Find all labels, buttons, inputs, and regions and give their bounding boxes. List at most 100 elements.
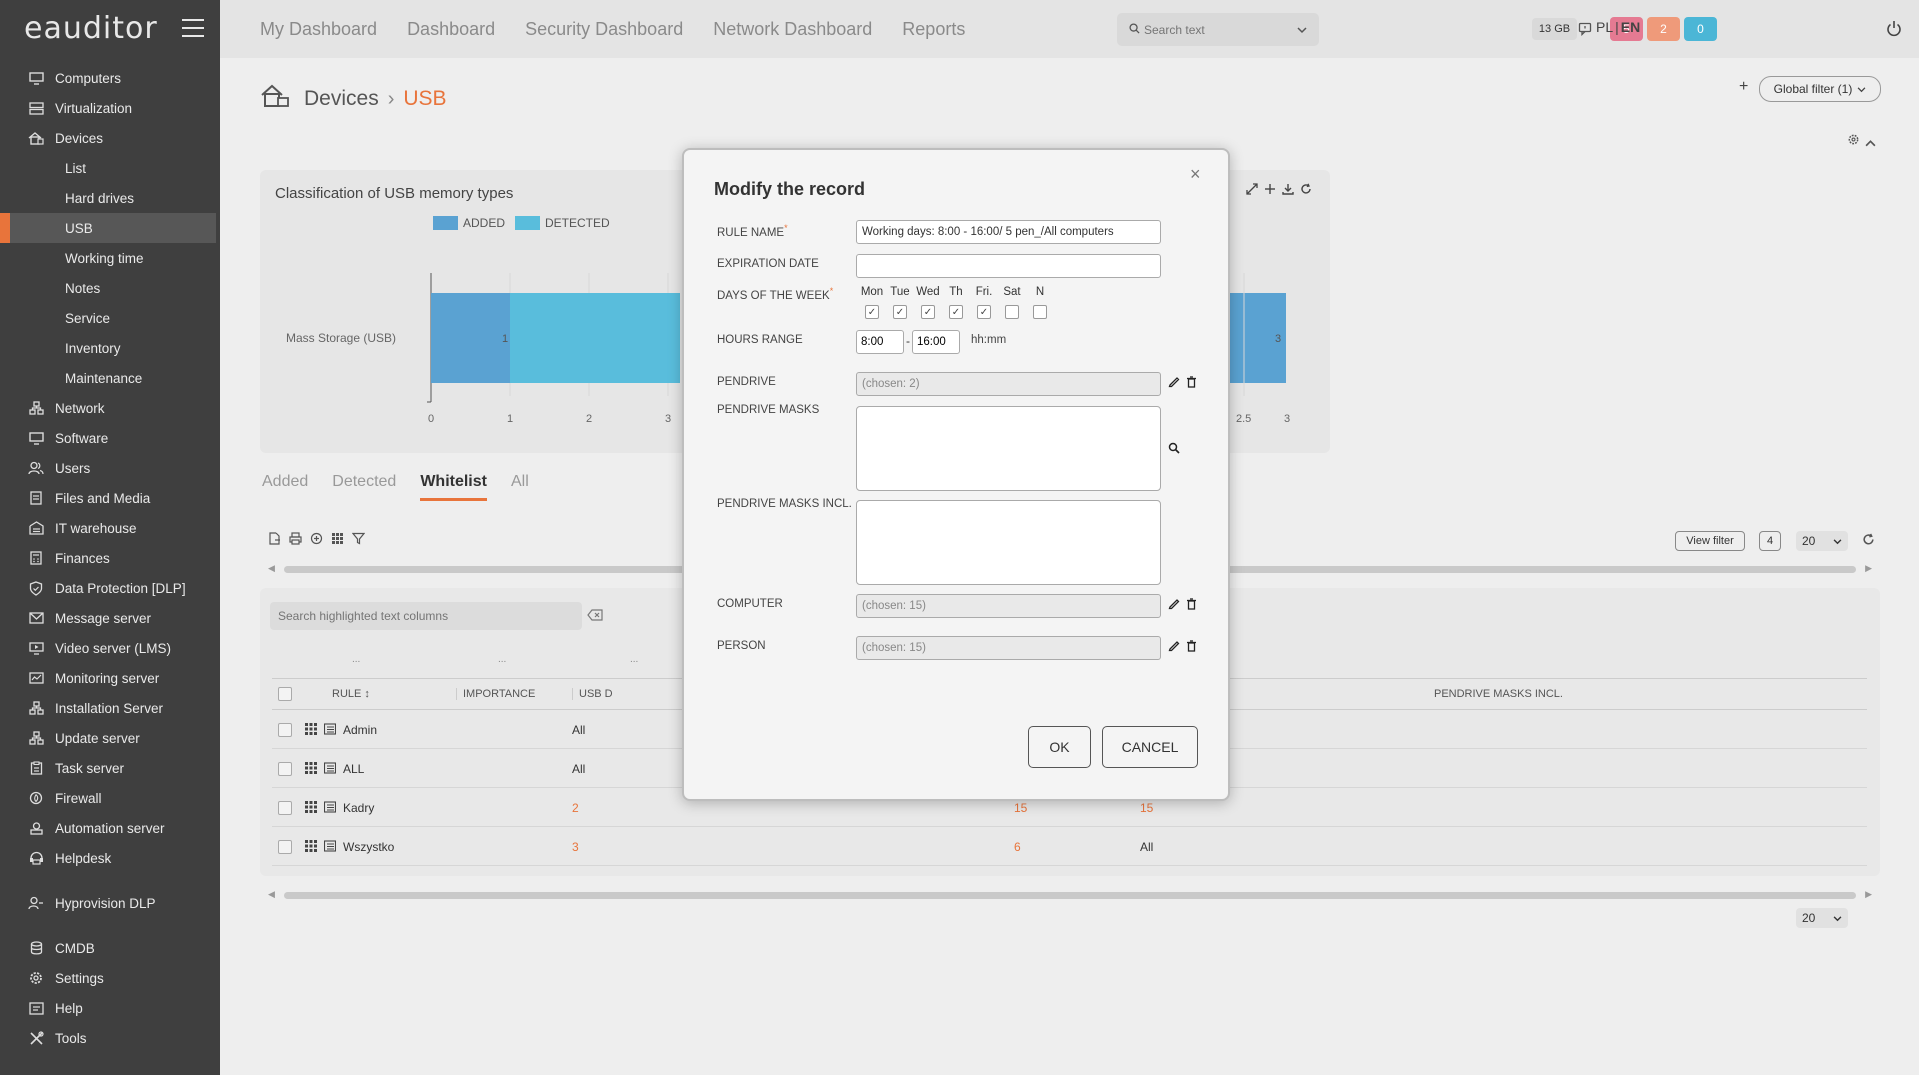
pencil-icon[interactable] [1168, 376, 1180, 391]
breadcrumb-devices[interactable]: Devices [304, 87, 379, 111]
table-row[interactable]: Wszystko 3 6 All [272, 828, 1867, 866]
row-details-icon[interactable] [323, 762, 337, 777]
add-filter-icon[interactable]: + [1739, 78, 1748, 96]
row-checkbox[interactable] [278, 801, 292, 815]
header-importance[interactable]: IMPORTANCE [456, 688, 535, 700]
language-switch[interactable]: PL | EN [1596, 19, 1640, 35]
view-filter-button[interactable]: View filter [1675, 531, 1745, 551]
sidebar-item-video-server-lms[interactable]: Video server (LMS) [0, 633, 220, 663]
row-details-icon[interactable] [323, 801, 337, 816]
sidebar-item-automation-server[interactable]: Automation server [0, 813, 220, 843]
close-icon[interactable]: × [1190, 164, 1201, 185]
lang-pl[interactable]: PL [1596, 19, 1613, 35]
hour-from-input[interactable] [856, 330, 904, 354]
day-checkbox[interactable]: ✓ [921, 305, 935, 319]
hour-to-input[interactable] [912, 330, 960, 354]
search-input[interactable] [1144, 22, 1284, 37]
chevron-down-icon[interactable] [1297, 22, 1307, 37]
collapse-up-icon[interactable] [1865, 135, 1876, 150]
add-icon[interactable] [1264, 183, 1276, 198]
scroll-right-icon[interactable]: ▶ [1865, 889, 1872, 900]
sidebar-item-devices[interactable]: Devices [0, 123, 220, 153]
export-icon[interactable] [268, 532, 281, 548]
trash-icon[interactable] [1186, 640, 1197, 655]
print-icon[interactable] [289, 532, 302, 548]
topnav-network-dashboard[interactable]: Network Dashboard [713, 19, 872, 40]
sidebar-item-computers[interactable]: Computers [0, 63, 220, 93]
columns-grid-icon[interactable] [331, 532, 344, 548]
sidebar-item-monitoring-server[interactable]: Monitoring server [0, 663, 220, 693]
pendrive-masks-incl-textarea[interactable] [856, 500, 1161, 585]
global-search[interactable] [1117, 13, 1319, 46]
day-checkbox[interactable]: ✓ [949, 305, 963, 319]
clear-search-icon[interactable] [587, 609, 603, 624]
horizontal-scrollbar-bottom[interactable]: ◀ ▶ [264, 889, 1876, 901]
scroll-left-icon[interactable]: ◀ [268, 563, 275, 574]
topnav-dashboard[interactable]: Dashboard [407, 19, 495, 40]
sidebar-item-update-server[interactable]: Update server [0, 723, 220, 753]
row-grid-icon[interactable] [305, 762, 317, 777]
pencil-icon[interactable] [1168, 598, 1180, 613]
cancel-button[interactable]: CANCEL [1102, 726, 1198, 768]
sidebar-item-service[interactable]: Service [0, 303, 220, 333]
day-checkbox[interactable] [1033, 305, 1047, 319]
expand-icon[interactable] [1246, 183, 1258, 198]
sidebar-item-network[interactable]: Network [0, 393, 220, 423]
tab-added[interactable]: Added [262, 473, 308, 501]
sidebar-item-hard-drives[interactable]: Hard drives [0, 183, 220, 213]
rule-name-input[interactable] [856, 220, 1161, 244]
hamburger-menu-icon[interactable] [182, 19, 204, 37]
row-grid-icon[interactable] [305, 801, 317, 816]
alert-badge-info[interactable]: 0 [1684, 17, 1717, 41]
sidebar-item-inventory[interactable]: Inventory [0, 333, 220, 363]
lang-en[interactable]: EN [1621, 19, 1640, 35]
column-filter-2[interactable]: ... [498, 654, 506, 665]
home-devices-icon[interactable] [260, 83, 290, 115]
sidebar-item-hyprovision-dlp[interactable]: Hyprovision DLP [0, 888, 220, 918]
trash-icon[interactable] [1186, 598, 1197, 613]
row-checkbox[interactable] [278, 762, 292, 776]
column-filter-3[interactable]: ... [630, 654, 638, 665]
computer-field[interactable] [856, 594, 1161, 618]
page-size-select-bottom[interactable]: 20 [1796, 908, 1848, 928]
tab-detected[interactable]: Detected [332, 473, 396, 501]
select-all-checkbox[interactable] [278, 687, 292, 701]
row-checkbox[interactable] [278, 840, 292, 854]
topnav-reports[interactable]: Reports [902, 19, 965, 40]
row-grid-icon[interactable] [305, 840, 317, 855]
settings-gear-icon[interactable] [1847, 133, 1860, 149]
sidebar-item-helpdesk[interactable]: Helpdesk [0, 843, 220, 873]
sidebar-item-message-server[interactable]: Message server [0, 603, 220, 633]
day-checkbox[interactable]: ✓ [865, 305, 879, 319]
page-size-select-top[interactable]: 20 [1796, 531, 1848, 551]
sidebar-item-installation-server[interactable]: Installation Server [0, 693, 220, 723]
chat-icon[interactable] [1578, 22, 1592, 39]
sidebar-item-finances[interactable]: Finances [0, 543, 220, 573]
person-field[interactable] [856, 636, 1161, 660]
refresh-icon[interactable] [1300, 183, 1312, 198]
topnav-security-dashboard[interactable]: Security Dashboard [525, 19, 683, 40]
tab-whitelist[interactable]: Whitelist [420, 473, 487, 501]
pendrive-field[interactable] [856, 372, 1161, 396]
sidebar-item-settings[interactable]: Settings [0, 963, 220, 993]
sidebar-item-data-protection-dlp[interactable]: Data Protection [DLP] [0, 573, 220, 603]
sidebar-item-maintenance[interactable]: Maintenance [0, 363, 220, 393]
scroll-right-icon[interactable]: ▶ [1865, 563, 1872, 574]
pendrive-masks-textarea[interactable] [856, 406, 1161, 491]
expiration-date-input[interactable] [856, 254, 1161, 278]
column-filter-1[interactable]: ... [352, 654, 360, 665]
row-details-icon[interactable] [323, 723, 337, 738]
sidebar-item-usb[interactable]: USB [0, 213, 216, 243]
add-circle-icon[interactable] [310, 532, 323, 548]
sidebar-item-tools[interactable]: Tools [0, 1023, 220, 1053]
sidebar-item-software[interactable]: Software [0, 423, 220, 453]
sidebar-item-list[interactable]: List [0, 153, 220, 183]
refresh-table-icon[interactable] [1862, 533, 1875, 549]
row-grid-icon[interactable] [305, 723, 317, 738]
table-search-input[interactable] [270, 602, 582, 630]
sidebar-item-task-server[interactable]: Task server [0, 753, 220, 783]
tab-all[interactable]: All [511, 473, 529, 501]
power-icon[interactable] [1886, 20, 1902, 40]
trash-icon[interactable] [1186, 376, 1197, 391]
download-icon[interactable] [1282, 183, 1294, 198]
